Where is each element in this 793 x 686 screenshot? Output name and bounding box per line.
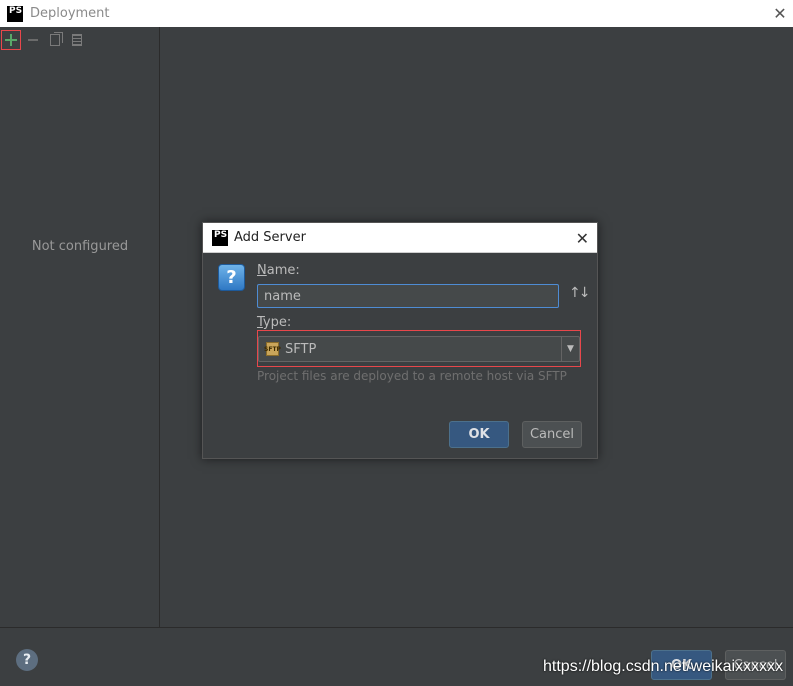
server-list-toolbar (0, 27, 160, 53)
name-label: Name: (257, 263, 300, 278)
dropdown-arrow-icon[interactable]: ▼ (561, 337, 579, 361)
dialog-title: Add Server (234, 230, 306, 245)
copy-server-button[interactable] (45, 30, 65, 50)
dialog-ok-button[interactable]: OK (449, 421, 509, 448)
question-icon: ? (218, 264, 245, 291)
type-label: Type: (257, 315, 291, 330)
phpstorm-logo-icon: PS (7, 5, 23, 22)
sort-icon[interactable]: ↑↓ (569, 285, 591, 301)
remove-icon (28, 39, 38, 41)
window-close-icon[interactable]: ✕ (767, 0, 793, 27)
watermark-text: https://blog.csdn.net/weikaixxxxxx (543, 658, 784, 675)
name-label-text: ame: (266, 263, 300, 278)
default-server-button[interactable] (67, 30, 87, 50)
footer-bar: ? OK Cancel https://blog.csdn.net/weikai… (0, 627, 793, 686)
dialog-cancel-button[interactable]: Cancel (522, 421, 582, 448)
window-title-bar: PS Deployment ✕ (0, 0, 793, 27)
dialog-close-icon[interactable]: ✕ (576, 229, 589, 248)
sftp-icon: SFTP (264, 342, 281, 356)
server-type-value: SFTP (285, 341, 317, 357)
copy-icon (50, 32, 63, 46)
empty-state-text: Not configured (31, 239, 129, 254)
list-icon (72, 34, 82, 46)
type-hint-text: Project files are deployed to a remote h… (257, 369, 567, 383)
help-button[interactable]: ? (16, 649, 38, 671)
server-type-select[interactable]: SFTP SFTP ▼ (258, 336, 580, 362)
phpstorm-logo-icon: PS (212, 229, 228, 246)
remove-server-button[interactable] (23, 30, 43, 50)
name-label-mnemonic: N (257, 263, 267, 278)
add-icon (5, 34, 17, 46)
add-server-dialog: PS Add Server ✕ ? Name: ↑↓ Type: SFTP SF… (202, 222, 598, 459)
type-label-text: ype: (262, 315, 292, 330)
server-list-panel: Not configured (0, 27, 160, 627)
dialog-title-bar: PS Add Server ✕ (203, 223, 597, 253)
add-server-button[interactable] (1, 30, 21, 50)
window-title: Deployment (30, 6, 110, 21)
server-name-input[interactable] (257, 284, 559, 308)
